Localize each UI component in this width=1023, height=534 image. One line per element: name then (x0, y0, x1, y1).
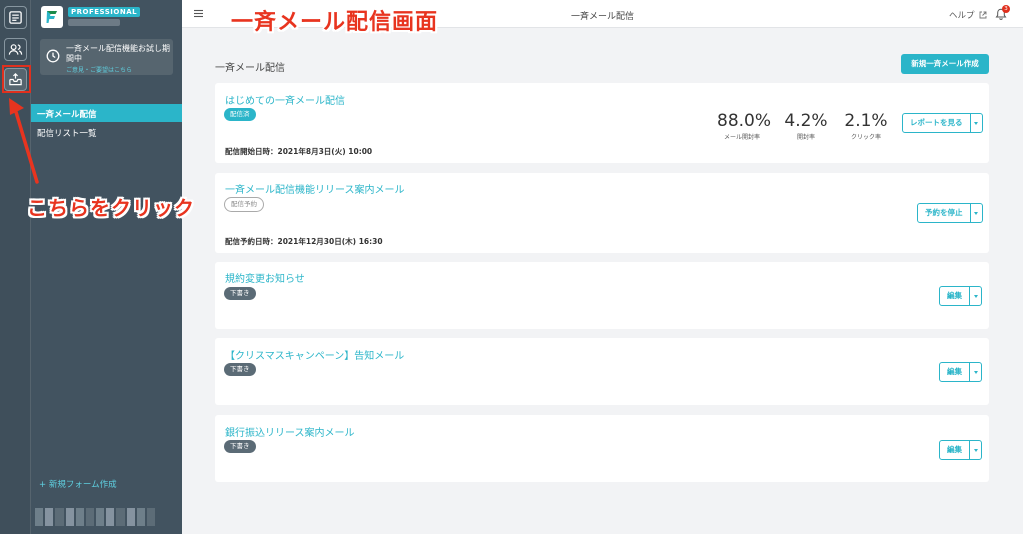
edit-button[interactable]: 編集 (940, 441, 969, 459)
caret-down-icon (974, 121, 978, 125)
notification-badge: 3 (1002, 5, 1010, 13)
stat-label: クリック率 (850, 134, 881, 141)
logo-icon (46, 11, 57, 23)
trial-text: 一斉メール配信機能お試し期間中 (66, 44, 170, 63)
stat-value: 2.1% (844, 111, 888, 131)
dropdown-toggle[interactable] (969, 114, 982, 132)
brand-logo (41, 6, 63, 28)
help-link[interactable]: ヘルプ (949, 9, 987, 21)
forms-icon (9, 11, 22, 24)
page-title: 一斉メール配信 (215, 63, 285, 74)
campaign-title[interactable]: 【クリスマスキャンペーン】告知メール (225, 347, 404, 362)
campaign-title[interactable]: 規約変更お知らせ (225, 270, 305, 285)
stat-label: 開封率 (796, 134, 815, 141)
status-badge: 下書き (224, 363, 256, 376)
edit-button-group: 編集 (939, 362, 982, 382)
caret-down-icon (973, 448, 978, 452)
stat-label: メール開封率 (723, 134, 760, 141)
nav-item-mail-delivery[interactable]: 一斉メール配信 (31, 104, 182, 122)
caret-down-icon (973, 294, 978, 298)
new-form-link[interactable]: + 新規フォーム作成 (39, 478, 117, 490)
campaign-card: はじめての一斉メール配信 配信済 88.0% メール開封率 4.2% 開封率 2… (215, 83, 989, 163)
stop-schedule-button[interactable]: 予約を停止 (918, 204, 970, 222)
campaign-card: 【クリスマスキャンペーン】告知メール 下書き 編集 (215, 338, 989, 405)
user-info-blurred (35, 508, 156, 526)
edit-button[interactable]: 編集 (940, 363, 969, 381)
sidebar: PROFESSIONAL 一斉メール配信機能お試し期間中 ご意見・ご要望はこちら… (31, 0, 182, 534)
edit-button-group: 編集 (939, 286, 982, 306)
edit-button[interactable]: 編集 (940, 287, 969, 305)
external-link-icon (979, 11, 987, 19)
scheduled-datetime: 配信予約日時：2021年12月30日(木) 16:30 (225, 237, 383, 246)
edit-button-group: 編集 (939, 440, 982, 460)
campaign-card: 一斉メール配信機能リリース案内メール 配信予約 予約を停止 配信予約日時：202… (215, 173, 989, 253)
report-button-group: レポートを見る (902, 113, 983, 133)
forms-rail-button[interactable] (4, 6, 27, 29)
stat-value: 88.0% (717, 111, 772, 131)
delivery-datetime: 配信開始日時：2021年8月3日(火) 10:00 (225, 147, 373, 156)
nav-item-delivery-lists[interactable]: 配信リスト一覧 (37, 127, 97, 139)
account-name-blurred (68, 19, 120, 26)
campaign-title[interactable]: 銀行振込リリース案内メール (225, 424, 355, 439)
dropdown-toggle[interactable] (969, 363, 981, 381)
trial-notice: 一斉メール配信機能お試し期間中 ご意見・ご要望はこちら (40, 39, 173, 75)
status-badge: 下書き (224, 287, 256, 300)
stat-open-rate: 4.2% 開封率 (783, 111, 829, 141)
dropdown-toggle[interactable] (969, 441, 981, 459)
clock-icon (46, 49, 60, 63)
stat-click-rate: 2.1% クリック率 (843, 111, 889, 141)
feedback-link[interactable]: ご意見・ご要望はこちら (66, 65, 132, 74)
campaign-title[interactable]: はじめての一斉メール配信 (225, 92, 345, 107)
stat-open-rate-mail: 88.0% メール開封率 (717, 111, 772, 141)
caret-down-icon (973, 370, 978, 374)
status-badge: 配信予約 (224, 197, 264, 212)
campaign-card: 規約変更お知らせ 下書き 編集 (215, 262, 989, 329)
users-rail-button[interactable] (4, 38, 27, 61)
campaign-card: 銀行振込リリース案内メール 下書き 編集 (215, 415, 989, 482)
campaign-title[interactable]: 一斉メール配信機能リリース案内メール (225, 181, 405, 196)
dropdown-toggle[interactable] (969, 204, 982, 222)
users-icon (8, 44, 23, 55)
stop-schedule-button-group: 予約を停止 (917, 203, 983, 223)
plan-badge: PROFESSIONAL (68, 7, 141, 17)
status-badge: 下書き (224, 440, 256, 453)
highlight-box (2, 65, 31, 93)
screen-title-callout: 一斉メール配信画面 (231, 10, 439, 35)
new-mail-button[interactable]: 新規一斉メール作成 (901, 54, 989, 74)
caret-down-icon (974, 211, 978, 215)
status-badge: 配信済 (224, 108, 256, 121)
stat-value: 4.2% (784, 111, 828, 131)
dropdown-toggle[interactable] (969, 287, 981, 305)
view-report-button[interactable]: レポートを見る (903, 114, 970, 132)
click-here-callout: こちらをクリック (27, 196, 195, 220)
help-label: ヘルプ (949, 11, 975, 21)
